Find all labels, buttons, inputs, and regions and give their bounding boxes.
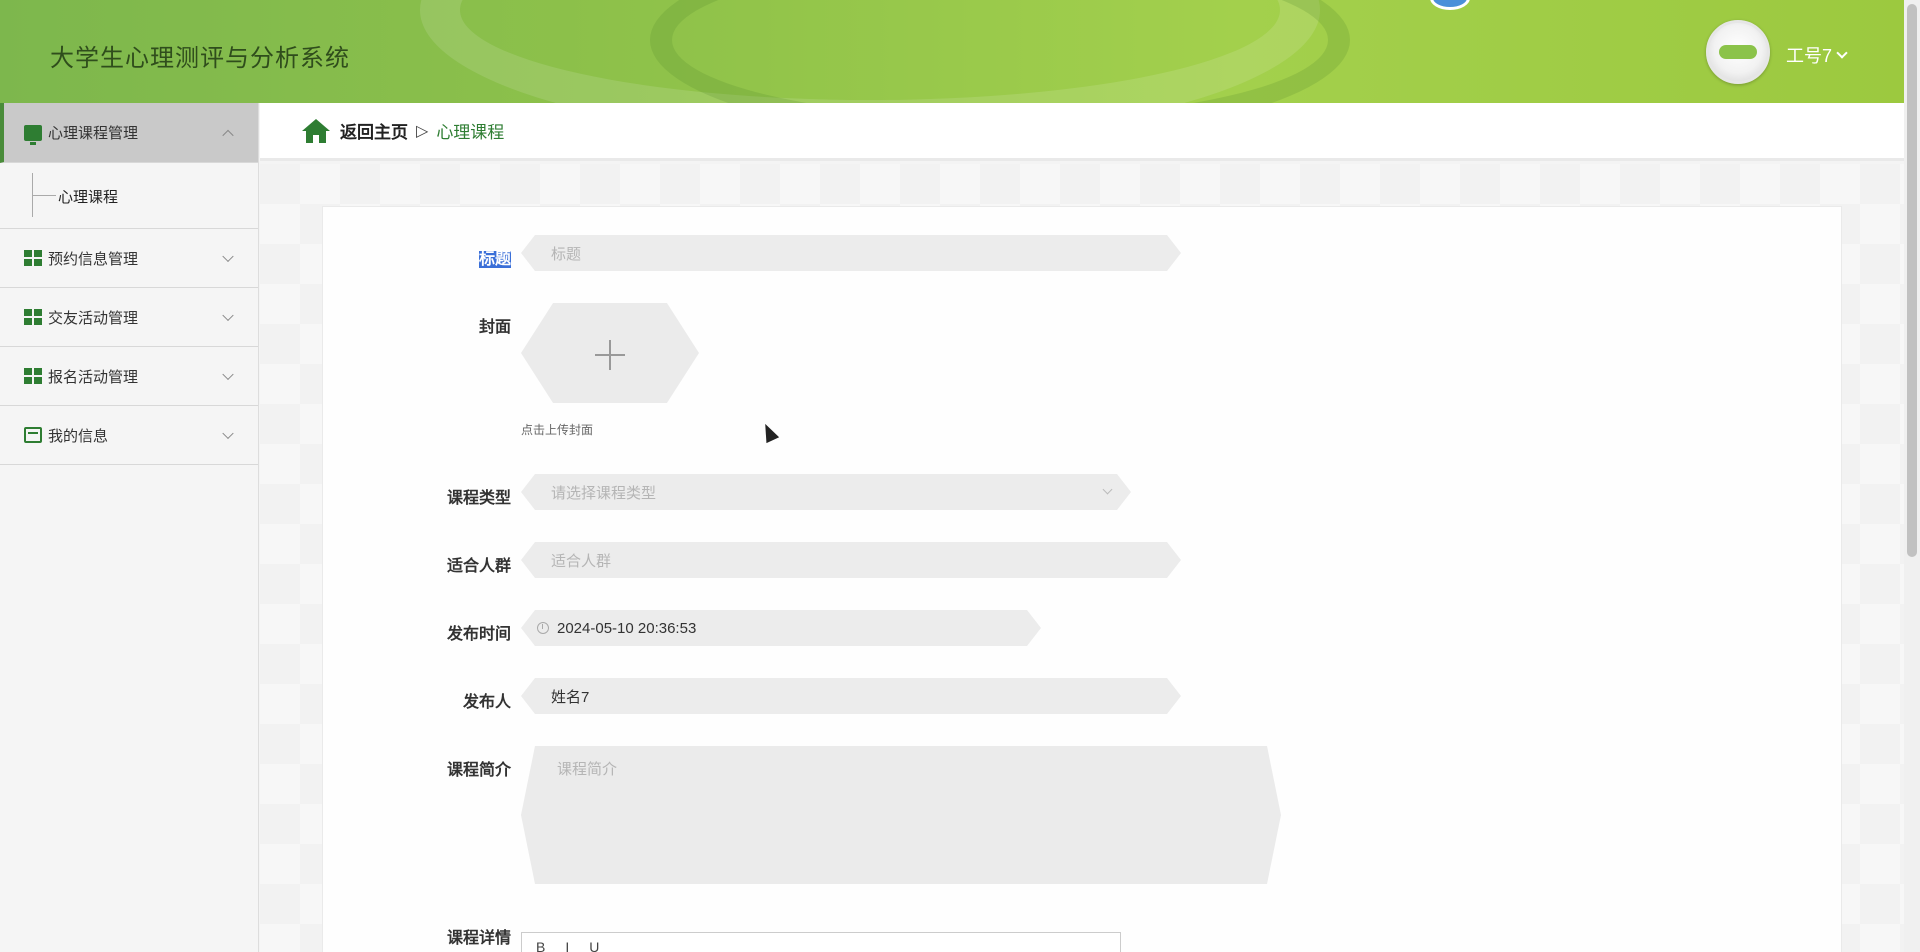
sidebar-submenu: 心理课程: [0, 163, 258, 229]
breadcrumb: 返回主页 ▷ 心理课程: [260, 103, 1904, 161]
card-icon: [24, 427, 42, 443]
title-input[interactable]: 标题: [521, 235, 1181, 271]
breadcrumb-current[interactable]: 心理课程: [436, 118, 504, 143]
user-menu[interactable]: 工号7: [1786, 42, 1848, 68]
sidebar: 心理课程管理 心理课程 预约信息管理 交友活动管理 报名活动管理 我的信息: [0, 103, 259, 952]
publish-time-picker[interactable]: 2024-05-10 20:36:53: [521, 610, 1041, 646]
sidebar-item-label: 报名活动管理: [48, 368, 139, 386]
sidebar-item-label: 我的信息: [48, 427, 109, 445]
underline-icon[interactable]: U: [589, 939, 599, 952]
rich-text-editor-toolbar[interactable]: B I U: [521, 932, 1121, 952]
home-icon[interactable]: [302, 118, 330, 143]
grid-icon: [24, 250, 42, 266]
user-name: 工号7: [1786, 46, 1833, 66]
chevron-down-icon: [222, 250, 234, 263]
sidebar-item-appointment-management[interactable]: 预约信息管理: [0, 229, 258, 288]
chevron-down-icon: [222, 368, 234, 381]
publish-time-value: 2024-05-10 20:36:53: [557, 619, 697, 637]
sidebar-item-label: 交友活动管理: [48, 309, 139, 327]
cover-upload-hint: 点击上传封面: [521, 423, 594, 437]
sidebar-item-my-info[interactable]: 我的信息: [0, 406, 258, 465]
chevron-down-icon: [222, 309, 234, 322]
intro-label: 课程简介: [446, 762, 511, 779]
breadcrumb-separator: ▷: [416, 122, 429, 140]
publish-time-label: 发布时间: [446, 626, 511, 643]
intro-textarea[interactable]: 课程简介: [521, 746, 1281, 884]
sidebar-item-course-management[interactable]: 心理课程管理: [0, 103, 258, 163]
clock-icon: [537, 622, 549, 634]
header-dot: [1430, 0, 1470, 10]
publisher-input[interactable]: 姓名7: [521, 678, 1181, 714]
title-label: 标题: [478, 251, 511, 268]
course-type-label: 课程类型: [446, 490, 511, 507]
course-type-select[interactable]: 请选择课程类型: [521, 474, 1131, 510]
chevron-up-icon: [222, 129, 234, 141]
publisher-label: 发布人: [462, 694, 511, 711]
cover-label: 封面: [478, 319, 511, 336]
app-header: 大学生心理测评与分析系统 工号7: [0, 0, 1904, 103]
app-title: 大学生心理测评与分析系统: [50, 45, 350, 72]
header-decoration: [650, 0, 1350, 103]
breadcrumb-home-link[interactable]: 返回主页: [340, 118, 408, 143]
detail-label: 课程详情: [446, 930, 511, 947]
chevron-down-icon: [222, 427, 234, 440]
avatar[interactable]: [1706, 20, 1770, 84]
sidebar-item-social-activity-management[interactable]: 交友活动管理: [0, 288, 258, 347]
audience-label: 适合人群: [446, 558, 511, 575]
plus-icon: [609, 340, 611, 370]
bold-icon[interactable]: B: [536, 939, 545, 952]
monitor-icon: [24, 124, 42, 145]
sidebar-item-label: 预约信息管理: [48, 250, 139, 268]
cover-upload-button[interactable]: [521, 303, 699, 403]
chevron-down-icon: [1103, 485, 1113, 495]
grid-icon: [24, 309, 42, 325]
audience-input[interactable]: 适合人群: [521, 542, 1181, 578]
sidebar-item-signup-activity-management[interactable]: 报名活动管理: [0, 347, 258, 406]
tree-line: [32, 195, 56, 196]
scrollbar-thumb[interactable]: [1907, 4, 1917, 557]
sidebar-subitem-course[interactable]: 心理课程: [58, 186, 118, 207]
course-type-placeholder: 请选择课程类型: [551, 484, 657, 502]
chevron-down-icon: [1836, 46, 1848, 59]
grid-icon: [24, 368, 42, 384]
main-content: 标题 标题 封面 点击上传封面 课程类型 请选择课程类型 适合人群 适合人群 发…: [260, 164, 1904, 952]
avatar-logo-icon: [1719, 45, 1757, 59]
sidebar-item-label: 心理课程管理: [48, 125, 139, 142]
italic-icon[interactable]: I: [565, 939, 569, 952]
page-scrollbar[interactable]: [1904, 0, 1920, 952]
